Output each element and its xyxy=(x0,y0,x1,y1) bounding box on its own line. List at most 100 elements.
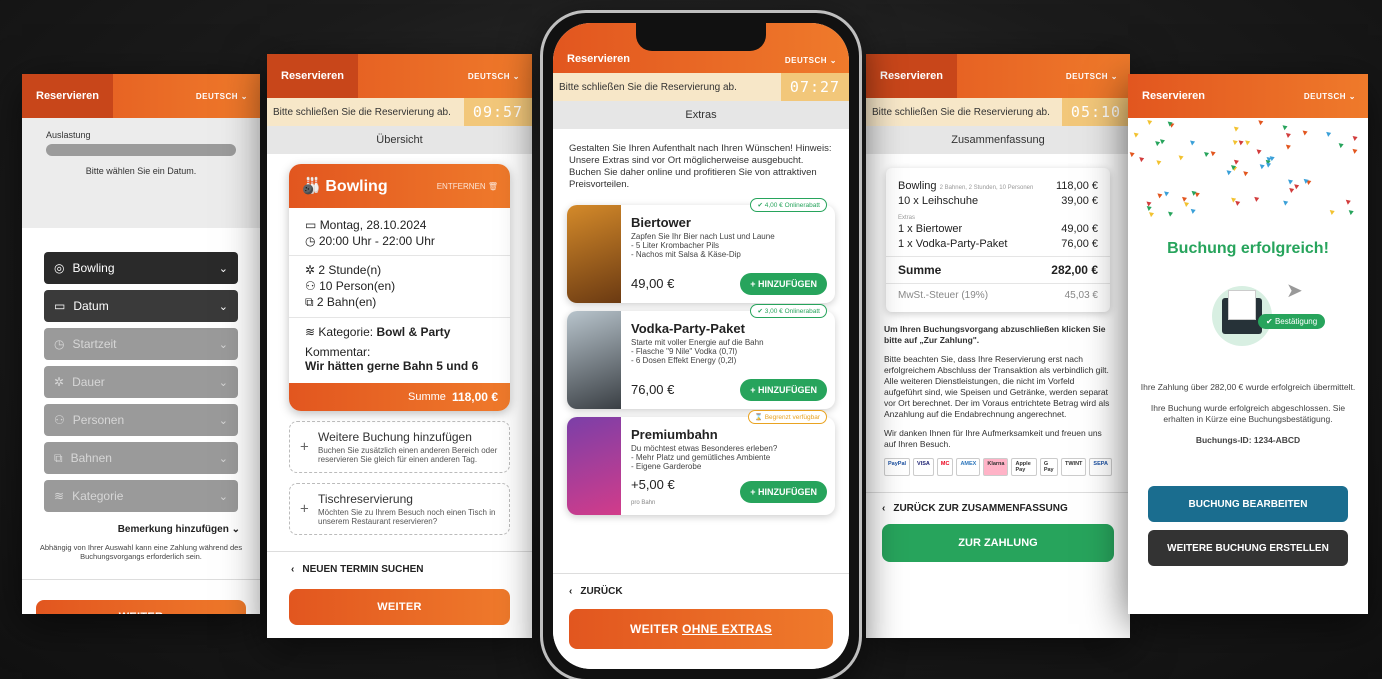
extra-item-premiumbahn: Premiumbahn Du möchtest etwas Besonderes… xyxy=(567,409,835,515)
new-booking-button[interactable]: WEITERE BUCHUNG ERSTELLEN xyxy=(1148,530,1348,567)
thanks-text: Wir danken Ihnen für Ihre Aufmerksamkeit… xyxy=(884,428,1102,450)
back-link[interactable]: ‹ ZURÜCK ZUR ZUSAMMENFASSUNG xyxy=(866,503,1130,514)
hourglass-icon: ⌛ xyxy=(754,413,763,421)
language-select[interactable]: DEUTSCH ⌄ xyxy=(785,56,849,65)
utilization-panel: Auslastung Bitte wählen Sie ein Datum. xyxy=(22,118,260,228)
trash-icon: 🗑 xyxy=(487,181,498,191)
confetti-piece xyxy=(1294,184,1300,190)
done-text: Ihre Buchung wurde erfolgreich abgeschlo… xyxy=(1150,403,1346,425)
confetti-piece xyxy=(1338,143,1344,149)
timer-bar: Bitte schließen Sie die Reservierung ab.… xyxy=(866,98,1130,126)
item-name: Premiumbahn xyxy=(631,426,718,442)
confetti-piece xyxy=(1133,132,1139,138)
edit-booking-button[interactable]: BUCHUNG BEARBEITEN xyxy=(1148,486,1348,523)
select-personen[interactable]: ⚇ Personen ⌄ xyxy=(44,404,238,436)
item-name: Biertower xyxy=(631,214,691,230)
confetti-piece xyxy=(1302,130,1308,136)
instruction-text: Um Ihren Buchungsvorgang abzuschließen k… xyxy=(884,324,1106,346)
language-select[interactable]: DEUTSCH ⌄ xyxy=(196,92,260,101)
booking-category: ≋ Kategorie: Bowl & Party xyxy=(305,325,451,339)
tab-reservieren[interactable]: Reservieren xyxy=(267,54,358,98)
item-line: - Eigene Garderobe xyxy=(631,461,702,471)
chevron-left-icon: ‹ xyxy=(569,586,573,597)
confetti-piece xyxy=(1157,193,1163,199)
chevron-left-icon: ‹ xyxy=(882,503,886,515)
bowling-icon: 🎳 xyxy=(301,178,321,195)
language-select[interactable]: DEUTSCH ⌄ xyxy=(1304,92,1368,101)
confetti-piece xyxy=(1184,201,1190,207)
confetti-piece xyxy=(1329,209,1335,215)
table-text: Möchten Sie zu Ihrem Besuch noch einen T… xyxy=(318,508,496,526)
select-bowling[interactable]: ◎ Bowling ⌄ xyxy=(44,252,238,284)
spinner-icon: ✲ xyxy=(305,263,316,277)
lanes-icon: ⧉ xyxy=(54,450,63,465)
add-button[interactable]: + HINZUFÜGEN xyxy=(740,272,827,295)
confetti-piece xyxy=(1226,170,1232,176)
summary-tax: MwSt.-Steuer (19%) 45,03 € xyxy=(898,290,1098,301)
confetti-piece xyxy=(1159,139,1165,145)
tab-reservieren[interactable]: Reservieren xyxy=(22,74,113,118)
next-button[interactable]: WEITER xyxy=(289,589,510,625)
confetti-piece xyxy=(1235,200,1241,206)
select-bahnen[interactable]: ⧉ Bahnen ⌄ xyxy=(44,442,238,474)
confetti-piece xyxy=(1283,200,1289,206)
lanes-icon: ⧉ xyxy=(305,295,314,309)
confirmation-badge: ✔ Bestätigung xyxy=(1258,314,1326,329)
table-reservation-box[interactable]: + Tischreservierung Möchten Sie zu Ihrem… xyxy=(289,483,510,535)
item-desc: Du möchtest etwas Besonderes erleben? xyxy=(631,443,778,453)
tab-reservieren[interactable]: Reservieren xyxy=(1128,74,1219,118)
select-kategorie[interactable]: ≋ Kategorie ⌄ xyxy=(44,480,238,512)
add-button[interactable]: + HINZUFÜGEN xyxy=(740,480,827,503)
card-title: 🎳 Bowling xyxy=(301,178,388,195)
table-title: Tischreservierung xyxy=(318,492,413,506)
select-datum[interactable]: ▭ Datum ⌄ xyxy=(44,290,238,322)
back-link[interactable]: ‹ NEUEN TERMIN SUCHEN xyxy=(267,564,532,575)
confetti-piece xyxy=(1238,140,1244,146)
confetti-piece xyxy=(1285,133,1291,139)
timer-bar: Bitte schließen Sie die Reservierung ab.… xyxy=(267,98,532,126)
select-dauer[interactable]: ✲ Dauer ⌄ xyxy=(44,366,238,398)
confetti-piece xyxy=(1155,141,1161,147)
add-booking-title: Weitere Buchung hinzufügen xyxy=(318,430,472,444)
continue-without-extras-button[interactable]: WEITER OHNE EXTRAS xyxy=(569,609,833,649)
tab-reservieren[interactable]: Reservieren xyxy=(866,54,957,98)
success-title: Buchung erfolgreich! xyxy=(1167,240,1329,257)
confetti-piece xyxy=(1254,196,1260,202)
back-link[interactable]: ‹ ZURÜCK xyxy=(553,574,849,597)
add-button[interactable]: + HINZUFÜGEN xyxy=(740,378,827,401)
mastercard-icon: MC xyxy=(936,458,954,477)
topbar: Reservieren DEUTSCH ⌄ xyxy=(22,74,260,118)
language-select[interactable]: DEUTSCH ⌄ xyxy=(468,72,532,81)
paid-text: Ihre Zahlung über 282,00 € wurde erfolgr… xyxy=(1140,382,1356,392)
timer-message: Bitte schließen Sie die Reservierung ab. xyxy=(273,106,451,118)
mail-illustration: ➤ ✔ Bestätigung xyxy=(1128,268,1368,378)
summary-row: 1 x Vodka-Party-Paket 76,00 € xyxy=(898,238,1098,250)
topbar: Reservieren DEUTSCH ⌄ xyxy=(866,54,1130,98)
select-startzeit[interactable]: ◷ Startzeit ⌄ xyxy=(44,328,238,360)
extras-label: Extras xyxy=(898,215,916,221)
clock-icon: ◷ xyxy=(305,234,316,248)
confetti-piece xyxy=(1243,171,1249,177)
confetti-piece xyxy=(1326,131,1332,137)
remove-button[interactable]: ENTFERNEN 🗑 xyxy=(437,182,498,191)
people-icon: ⚇ xyxy=(54,413,65,427)
check-icon: ✔ xyxy=(757,201,763,209)
screen-booking-form: Reservieren DEUTSCH ⌄ Auslastung Bitte w… xyxy=(22,74,260,614)
discount-badge: ✔ 3,00 € Onlinerabatt xyxy=(750,303,827,318)
summary-row: 1 x Biertower 49,00 € xyxy=(898,223,1098,235)
chevron-down-icon: ⌄ xyxy=(218,338,228,351)
booking-lanes: ⧉ 2 Bahn(en) xyxy=(305,295,377,309)
booking-date: ▭ Montag, 28.10.2024 xyxy=(305,218,427,232)
chevron-down-icon: ⌄ xyxy=(218,262,228,275)
tab-reservieren[interactable]: Reservieren xyxy=(553,23,644,65)
confetti-piece xyxy=(1232,140,1238,146)
booking-card: 🎳 Bowling ENTFERNEN 🗑 ▭ Montag, 28.10.20… xyxy=(289,164,510,411)
language-select[interactable]: DEUTSCH ⌄ xyxy=(1066,72,1130,81)
pay-button[interactable]: ZUR ZAHLUNG xyxy=(882,524,1114,563)
add-remark-link[interactable]: Bemerkung hinzufügen ⌄ xyxy=(22,524,260,535)
comment-value: Wir hätten gerne Bahn 5 und 6 xyxy=(305,359,479,373)
add-booking-box[interactable]: + Weitere Buchung hinzufügen Buchen Sie … xyxy=(289,421,510,473)
screen-overview: Reservieren DEUTSCH ⌄ Bitte schließen Si… xyxy=(267,54,532,638)
timer-message: Bitte schließen Sie die Reservierung ab. xyxy=(872,106,1050,118)
next-button[interactable]: WEITER xyxy=(36,600,246,614)
